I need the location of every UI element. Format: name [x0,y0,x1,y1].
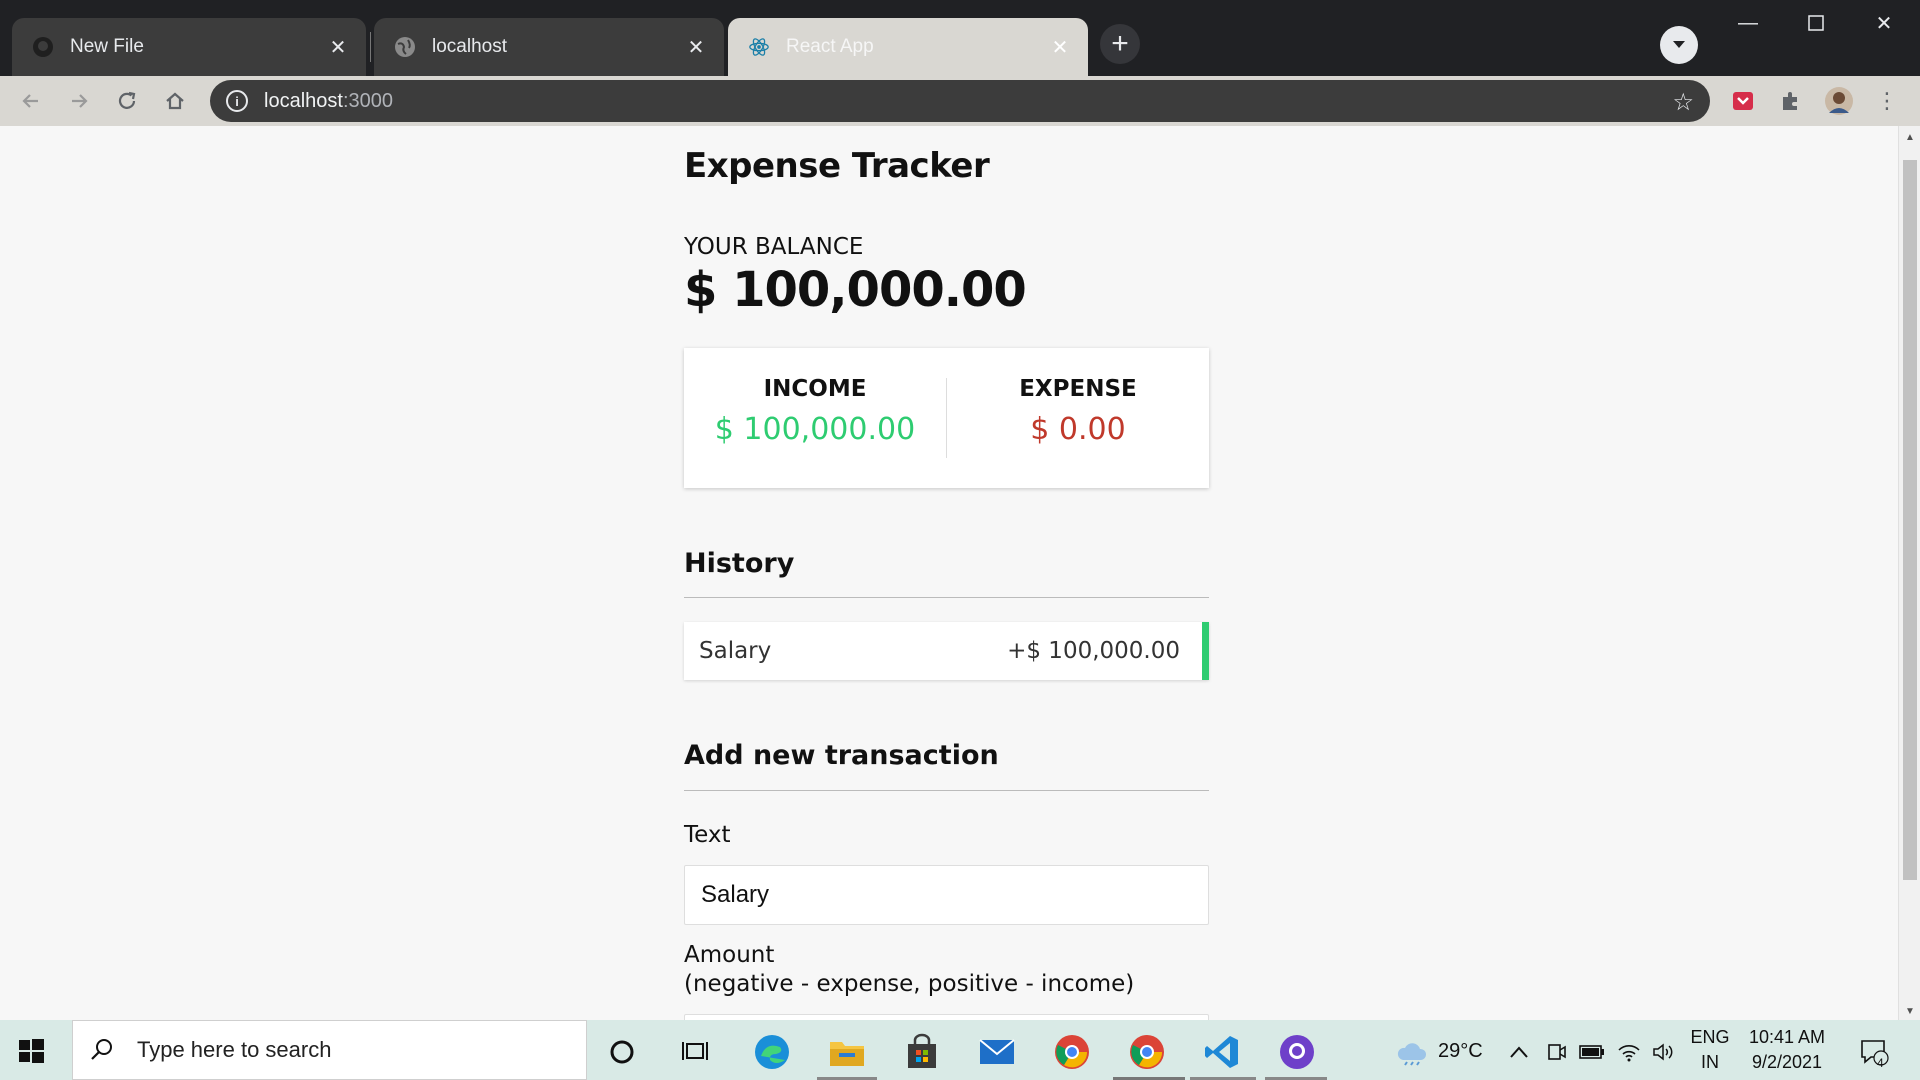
chevron-down-icon [1673,41,1685,48]
language-indicator[interactable]: ENG IN [1688,1027,1732,1073]
forward-button[interactable] [62,84,96,118]
browser-toolbar: i localhost:3000 ☆ ⋮ [0,76,1920,126]
menu-icon[interactable]: ⋮ [1872,86,1902,116]
vscode-icon[interactable] [1200,1030,1244,1074]
puzzle-icon[interactable] [1776,86,1806,116]
close-icon[interactable]: ✕ [684,35,708,59]
pocket-extension-icon[interactable] [1728,86,1758,116]
close-icon[interactable]: ✕ [1048,35,1072,59]
income-label: INCOME [763,376,867,402]
star-icon[interactable]: ☆ [1672,88,1694,117]
back-button[interactable] [14,84,48,118]
clock[interactable]: 10:41 AM 9/2/2021 [1742,1027,1832,1073]
amount-field-hint: (negative - expense, positive - income) [684,971,1135,997]
notification-count: 4 [1877,1056,1884,1070]
amount-field-label: Amount [684,942,775,968]
url-host: localhost [264,89,343,112]
list-item[interactable]: Salary +$ 100,000.00 [684,622,1209,680]
start-button[interactable] [14,1034,48,1068]
expense-value: $ 0.00 [1030,412,1126,447]
url-port: :3000 [342,89,393,112]
scroll-down-icon[interactable]: ▼ [1904,1006,1916,1018]
file-explorer-icon[interactable] [825,1030,869,1074]
mail-icon[interactable] [975,1030,1019,1074]
arrow-right-icon [72,94,88,108]
react-icon [748,36,770,58]
tab-label: localhost [432,36,507,57]
home-button[interactable] [158,84,192,118]
expense-label: EXPENSE [1019,376,1137,402]
text-input-value: Salary [701,881,770,908]
edge-icon[interactable] [750,1030,794,1074]
volume-icon[interactable] [1642,1030,1686,1074]
maximize-button[interactable] [1786,8,1846,38]
tab-localhost[interactable]: localhost ✕ [374,18,724,76]
clock-date: 9/2/2021 [1751,1052,1823,1072]
add-transaction-divider [684,790,1209,791]
tab-label: New File [70,36,144,57]
address-bar[interactable]: i localhost:3000 ☆ [210,80,1710,122]
new-tab-button[interactable]: + [1100,24,1140,64]
clock-time: 10:41 AM [1748,1027,1826,1047]
income-value: $ 100,000.00 [714,412,916,447]
search-icon [91,1039,112,1060]
weather-icon[interactable] [1390,1030,1434,1074]
browser-titlebar: New File ✕ localhost ✕ React App ✕ + — ✕ [0,0,1920,76]
windows-taskbar: Type here to search 29°C ENG IN 10:41 AM… [0,1020,1920,1080]
arrow-left-icon [22,94,38,108]
chrome-icon[interactable] [1050,1030,1094,1074]
text-field-label: Text [684,822,731,848]
task-view-icon[interactable] [673,1030,717,1074]
tab-search-button[interactable] [1660,26,1698,64]
window-close-button[interactable]: ✕ [1854,8,1914,38]
tab-react-app[interactable]: React App ✕ [728,18,1088,76]
cortana-icon[interactable] [600,1030,644,1074]
tab-new-file[interactable]: New File ✕ [12,18,366,76]
info-icon[interactable]: i [226,90,248,112]
text-input[interactable]: Salary [684,865,1209,925]
windows-icon [19,1039,44,1063]
reload-button[interactable] [110,84,144,118]
history-item-amount: +$ 100,000.00 [1007,638,1180,664]
expense-block: EXPENSE $ 0.00 [947,376,1209,447]
globe-icon [394,36,416,58]
notification-icon[interactable]: 4 [1852,1030,1896,1074]
search-placeholder: Type here to search [137,1037,332,1062]
weather-temp[interactable]: 29°C [1438,1040,1483,1063]
balance-value: $ 100,000.00 [684,262,1027,318]
scroll-up-icon[interactable]: ▲ [1904,132,1916,144]
taskbar-search[interactable]: Type here to search [72,1020,587,1080]
page-scrollbar[interactable]: ▲ ▼ [1898,126,1920,1020]
page-viewport: Expense Tracker YOUR BALANCE $ 100,000.0… [0,126,1920,1020]
tab-divider [370,32,371,62]
history-item-text: Salary [699,638,772,664]
balance-label: YOUR BALANCE [684,234,864,260]
scrollbar-thumb[interactable] [1903,160,1917,880]
profile-avatar[interactable] [1824,86,1854,116]
tab-label: React App [786,36,874,57]
add-transaction-title: Add new transaction [684,740,999,771]
home-icon [166,92,184,110]
close-icon[interactable]: ✕ [326,35,350,59]
history-title: History [684,548,795,579]
page-title: Expense Tracker [684,146,990,186]
maximize-icon [1808,15,1824,31]
history-divider [684,597,1209,598]
income-expense-card: INCOME $ 100,000.00 EXPENSE $ 0.00 [684,348,1209,488]
language-code: ENG [1690,1027,1730,1047]
github-desktop-icon[interactable] [1275,1030,1319,1074]
region-code: IN [1701,1052,1719,1072]
minimize-button[interactable]: — [1718,8,1778,38]
income-block: INCOME $ 100,000.00 [684,376,946,447]
github-icon [32,36,54,58]
reload-icon [118,91,136,109]
microsoft-store-icon[interactable] [900,1030,944,1074]
chrome-icon-active[interactable] [1125,1030,1169,1074]
